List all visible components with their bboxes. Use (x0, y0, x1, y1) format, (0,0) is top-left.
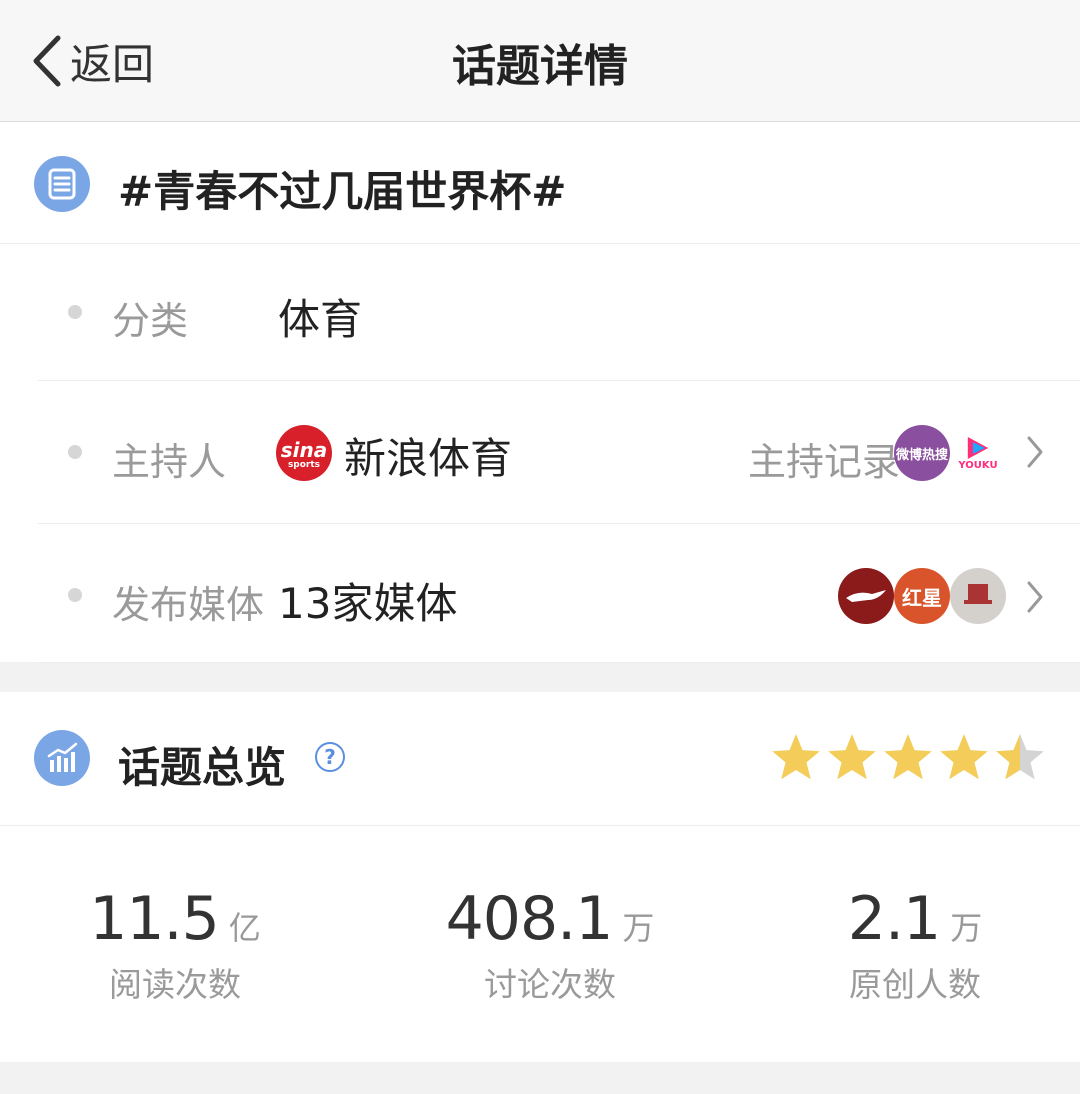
read-count-value: 11.5 (89, 884, 220, 954)
media-value[interactable]: 13家媒体 (278, 570, 457, 631)
page-title: 话题详情 (452, 41, 628, 92)
original-authors-unit: 万 (950, 909, 983, 947)
chevron-right-icon[interactable] (1026, 435, 1044, 469)
original-authors-label: 原创人数 (849, 965, 981, 1004)
media-logo-2: 红星 (894, 568, 950, 624)
media-logo-3 (950, 568, 1006, 624)
discussion-count-value: 408.1 (445, 884, 614, 954)
rating-star (828, 734, 876, 780)
read-count-stat: 11.5 亿 阅读次数 (0, 884, 355, 1006)
media-logo-2-text: 红星 (902, 585, 942, 610)
sina-sports-logo: sina sports (276, 425, 332, 481)
youku-logo: YOUKU (950, 425, 1006, 481)
original-authors-stat: 2.1 万 原创人数 (735, 884, 1080, 1006)
nav-bar: 返回 话题详情 (0, 0, 1080, 122)
host-label: 主持人 (112, 440, 227, 484)
discussion-count-label: 讨论次数 (484, 965, 616, 1004)
overview-card: 话题总览 ? 11.5 亿 阅读次数 408.1 万 讨论次数 2.1 万 原创人数 (0, 692, 1080, 1062)
weibo-hot-badge: 微博热搜 (894, 425, 950, 481)
overview-title: 话题总览 (118, 743, 287, 792)
sina-logo-text: sina (280, 438, 328, 462)
host-record-label[interactable]: 主持记录 (748, 431, 900, 486)
rating-star (884, 734, 932, 780)
chevron-right-icon[interactable] (1026, 580, 1044, 614)
bullet-dot (68, 445, 82, 459)
question-circle-icon[interactable]: ? (315, 742, 345, 772)
rating-stars (772, 734, 1044, 780)
category-label: 分类 (112, 299, 189, 343)
read-count-unit: 亿 (228, 909, 261, 947)
bullet-dot (68, 305, 82, 319)
overview-header: 话题总览 ? (0, 692, 1080, 826)
discussion-count-stat: 408.1 万 讨论次数 (370, 884, 730, 1006)
topic-title: #青春不过几届世界杯# (118, 167, 567, 216)
host-value[interactable]: 新浪体育 (344, 425, 512, 486)
topic-header: #青春不过几届世界杯# (0, 122, 1080, 244)
media-label: 发布媒体 (112, 583, 265, 627)
rating-star (772, 734, 820, 780)
rating-star (940, 734, 988, 780)
list-document-icon (34, 156, 90, 212)
media-row[interactable]: 发布媒体 13家媒体 红星 (38, 524, 1080, 663)
youku-logo-text: YOUKU (958, 460, 998, 471)
sina-logo-subtext: sports (287, 460, 321, 470)
topic-card: #青春不过几届世界杯# 分类 体育 主持人 sina sports 新浪体育 主… (0, 122, 1080, 663)
read-count-label: 阅读次数 (109, 965, 241, 1004)
bar-chart-icon (34, 730, 90, 786)
weibo-hot-badge-text: 微博热搜 (895, 447, 948, 463)
category-value: 体育 (278, 295, 363, 344)
category-row: 分类 体育 (38, 244, 1080, 381)
discussion-count-unit: 万 (622, 909, 655, 947)
bullet-dot (68, 588, 82, 602)
host-row[interactable]: 主持人 sina sports 新浪体育 主持记录 微博热搜 YOUKU (38, 381, 1080, 524)
media-logo-1 (838, 568, 894, 624)
original-authors-value: 2.1 (847, 884, 941, 954)
